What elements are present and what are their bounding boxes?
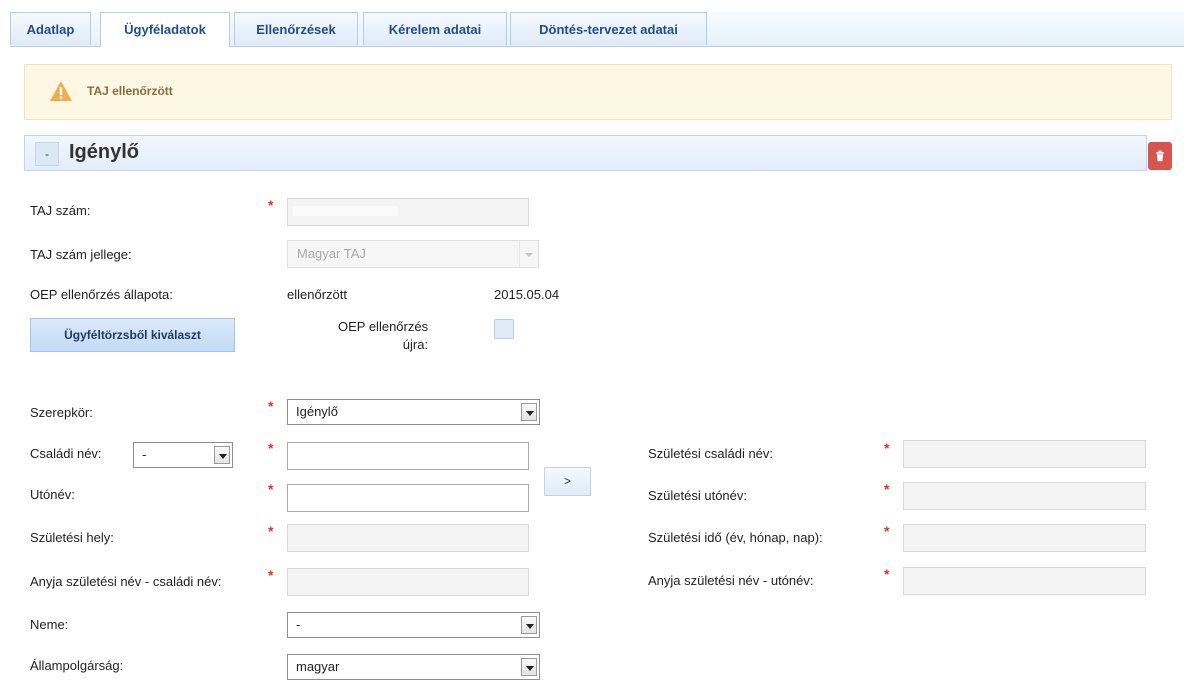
oep-recheck-label-line2: újra:	[402, 337, 429, 352]
taj-jellege-value: Magyar TAJ	[297, 246, 366, 261]
label-taj-szam: TAJ szám:	[30, 203, 91, 218]
collapse-toggle-button[interactable]: -	[35, 142, 59, 166]
szerepkor-select[interactable]: Igénylő	[287, 399, 540, 425]
chevron-down-icon	[521, 658, 537, 676]
label-anyja-utonev: Anyja születési név - utónév:	[648, 573, 814, 588]
required-star: *	[884, 440, 890, 456]
warning-icon	[50, 81, 72, 101]
required-star: *	[884, 481, 890, 497]
csaladi-nev-prefix-select[interactable]: -	[133, 442, 233, 468]
label-szul-csaladi: Születési családi név:	[648, 446, 774, 461]
chevron-down-icon	[521, 403, 537, 421]
required-star: *	[268, 523, 274, 539]
delete-button[interactable]	[1148, 142, 1172, 170]
label-neme: Neme:	[30, 617, 69, 632]
section-title: Igénylő	[69, 141, 140, 163]
required-star: *	[268, 481, 274, 497]
label-utonev: Utónév:	[30, 487, 75, 502]
chevron-down-icon	[519, 241, 538, 267]
anyja-csaladi-nev-input[interactable]	[287, 568, 529, 596]
neme-select[interactable]: -	[287, 612, 540, 638]
label-szuletesi-hely: Születési hely:	[30, 530, 114, 545]
csaladi-nev-prefix-value: -	[142, 447, 147, 462]
oep-recheck-label: OEP ellenőrzés újra:	[338, 318, 428, 354]
csaladi-nev-input[interactable]	[287, 442, 529, 470]
anyja-utonev-input[interactable]	[903, 567, 1146, 595]
utonev-input[interactable]	[287, 484, 529, 512]
allampolgarsag-value: magyar	[296, 659, 340, 674]
tab-adatlap[interactable]: Adatlap	[10, 12, 91, 45]
allampolgarsag-select[interactable]: magyar	[287, 654, 540, 680]
szuletesi-hely-input[interactable]	[287, 524, 529, 552]
label-taj-jellege: TAJ szám jellege:	[30, 247, 132, 262]
label-allampolgarsag: Állampolgárság:	[30, 658, 124, 673]
chevron-down-icon	[521, 616, 537, 634]
tab-ellenorzesek[interactable]: Ellenőrzések	[234, 12, 358, 45]
label-anyja-csaladi: Anyja születési név - családi név:	[30, 574, 222, 589]
oep-status-value: ellenőrzött	[287, 287, 347, 302]
alert-warning: TAJ ellenőrzött	[24, 64, 1172, 120]
section-header-ignylo: - Igénylő	[24, 135, 1147, 171]
trash-icon	[1156, 150, 1164, 162]
required-star: *	[268, 197, 274, 213]
label-csaladi-nev: Családi név:	[30, 446, 102, 461]
required-star: *	[884, 523, 890, 539]
neme-value: -	[296, 617, 301, 632]
label-szul-ido: Születési idő (év, hónap, nap):	[648, 530, 823, 545]
required-star: *	[268, 398, 274, 414]
copy-name-button[interactable]: >	[544, 467, 591, 496]
tab-kerelem-adatai[interactable]: Kérelem adatai	[363, 12, 507, 45]
szuletesi-ido-input[interactable]	[903, 524, 1146, 552]
label-szul-utonev: Születési utónév:	[648, 488, 748, 503]
tab-ugyfeladatok[interactable]: Ügyféladatok	[100, 12, 230, 47]
label-oep-allapot: OEP ellenőrzés állapota:	[30, 287, 173, 302]
label-szerepkor: Szerepkör:	[30, 405, 93, 420]
oep-recheck-label-line1: OEP ellenőrzés	[338, 319, 429, 334]
ugyfeltorzs-select-button[interactable]: Ügyféltörzsből kiválaszt	[30, 318, 235, 352]
required-star: *	[268, 567, 274, 583]
tab-bar: Adatlap Ügyféladatok Ellenőrzések Kérele…	[10, 12, 1184, 47]
szuletesi-csaladi-nev-input[interactable]	[903, 440, 1146, 468]
alert-text: TAJ ellenőrzött	[87, 84, 173, 98]
szuletesi-utonev-input[interactable]	[903, 482, 1146, 510]
chevron-down-icon	[214, 446, 230, 464]
required-star: *	[884, 566, 890, 582]
szerepkor-value: Igénylő	[296, 404, 338, 419]
taj-jellege-select[interactable]: Magyar TAJ	[287, 240, 539, 268]
redacted-value	[293, 206, 398, 216]
tab-dontes-tervezet-adatai[interactable]: Döntés-tervezet adatai	[510, 12, 707, 45]
oep-recheck-checkbox[interactable]	[494, 319, 514, 339]
required-star: *	[268, 440, 274, 456]
oep-date-value: 2015.05.04	[494, 287, 560, 302]
